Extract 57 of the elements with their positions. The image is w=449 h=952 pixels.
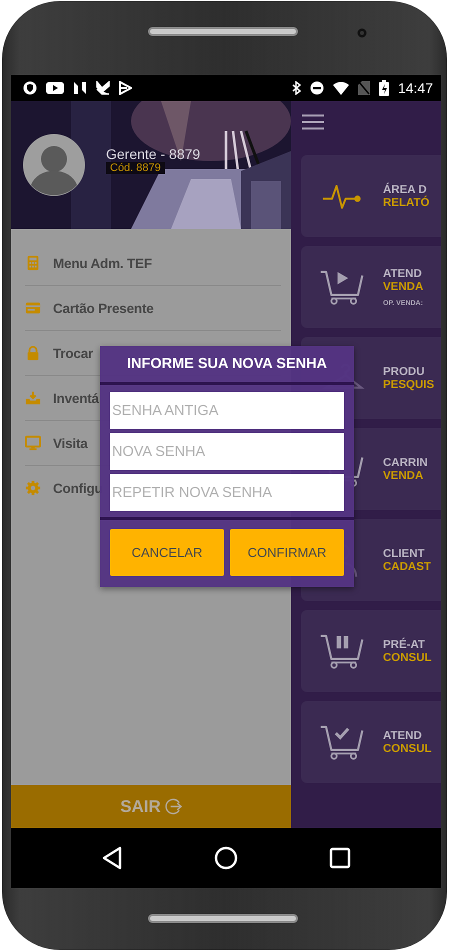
camera-lens — [357, 28, 367, 38]
card-subtitle: PESQUIS — [383, 378, 434, 390]
credit-card-icon — [25, 300, 41, 316]
avatar-icon — [22, 133, 86, 197]
pulse-icon — [322, 182, 362, 210]
shield-icon — [23, 81, 37, 95]
wifi-icon — [332, 82, 349, 94]
card-title: PRÉ-AT — [383, 638, 426, 650]
cart-play-icon — [319, 268, 365, 306]
clock-time: 14:47 — [398, 80, 433, 96]
checkmark-arrow-icon — [96, 81, 110, 95]
password-field[interactable]: SENHA ANTIGA — [110, 392, 344, 429]
lock-icon — [25, 345, 41, 361]
password-field[interactable]: REPETIR NOVA SENHA — [110, 474, 344, 511]
confirm-button[interactable]: CONFIRMAR — [230, 529, 344, 576]
card-subtitle: RELATÓ — [383, 196, 430, 208]
card-title: PRODU — [383, 366, 426, 378]
video-play-icon — [46, 81, 64, 95]
no-sim-icon — [358, 81, 370, 95]
home-icon — [214, 846, 238, 870]
triangle-play-icon — [119, 81, 132, 95]
menu-item[interactable]: Inventá — [53, 390, 99, 406]
download-tray-icon — [25, 390, 41, 406]
cancel-button[interactable]: CANCELAR — [110, 529, 224, 576]
back-icon — [100, 846, 123, 870]
battery-icon — [378, 80, 389, 96]
password-field[interactable]: NOVA SENHA — [110, 433, 344, 470]
card-subtitle: CONSUL — [383, 742, 432, 754]
zigzag-app-icon — [73, 81, 87, 95]
menu-card[interactable]: PRÉ-AT CONSUL — [301, 610, 441, 692]
monitor-icon — [25, 435, 41, 451]
do-not-disturb-icon — [310, 81, 324, 95]
user-code: Cód. 8879 — [106, 162, 165, 174]
dialog-title: INFORME SUA NOVA SENHA — [100, 346, 354, 385]
menu-item[interactable]: Cartão Presente — [53, 300, 154, 316]
recents-icon — [329, 847, 352, 869]
menu-item[interactable]: Visita — [53, 436, 88, 450]
cart-check-icon — [319, 723, 365, 761]
card-subtitle: CADAST — [383, 560, 431, 572]
bluetooth-icon — [292, 81, 301, 95]
card-subtitle: CONSUL — [383, 652, 432, 664]
menu-item[interactable]: Menu Adm. TEF — [53, 256, 152, 270]
card-subtitle: VENDA — [383, 470, 424, 482]
cart-pause-icon — [319, 632, 365, 670]
menu-card[interactable]: ÁREA D RELATÓ — [301, 155, 441, 237]
card-title: ÁREA D — [383, 184, 428, 196]
calculator-icon — [25, 255, 41, 271]
card-subtitle: VENDA — [383, 280, 424, 292]
card-title: CARRIN — [383, 456, 428, 468]
menu-card[interactable]: ATEND CONSUL — [301, 701, 441, 783]
user-name: Gerente - 8879 — [106, 146, 200, 162]
settings-icon — [25, 480, 41, 496]
card-title: ATEND — [383, 730, 423, 742]
card-title: CLIENT — [383, 548, 426, 560]
card-title: ATEND — [383, 268, 423, 280]
logout-arrow-icon — [164, 798, 182, 815]
menu-item[interactable]: Trocar — [53, 346, 94, 360]
